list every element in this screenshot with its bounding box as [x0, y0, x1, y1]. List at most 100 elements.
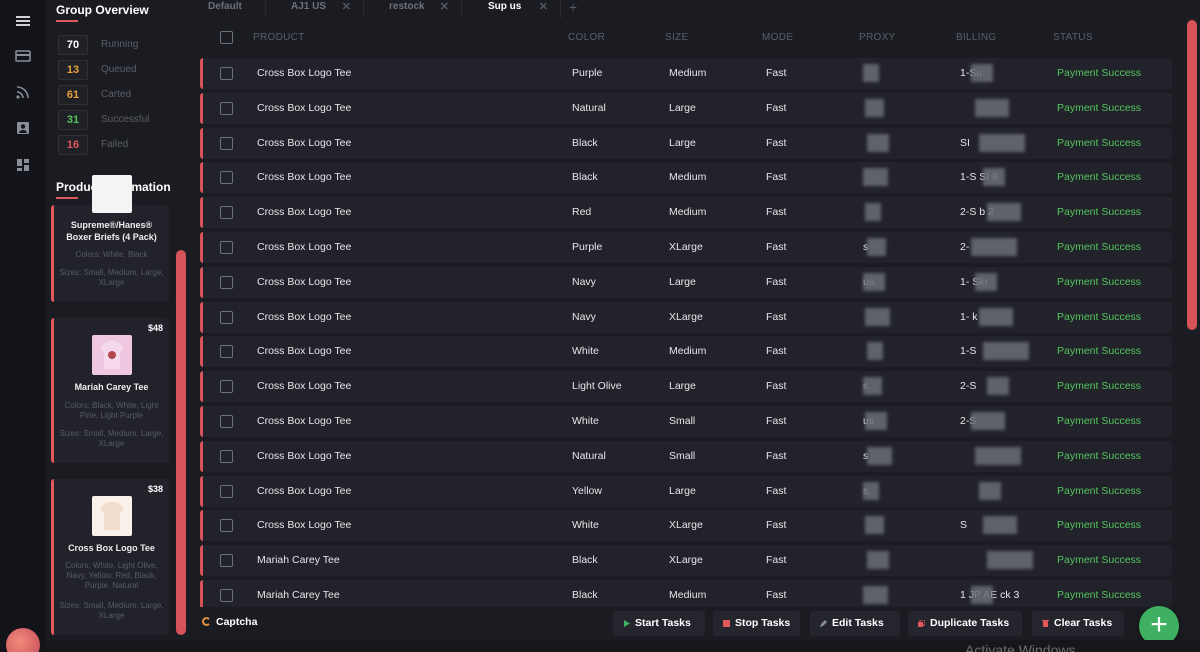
cell-product: Cross Box Logo Tee: [257, 171, 352, 184]
table-scrollbar[interactable]: [1187, 20, 1197, 330]
product-card[interactable]: $38 Cross Box Logo Tee Colors: White, Li…: [51, 479, 169, 635]
cell-product: Mariah Carey Tee: [257, 554, 340, 567]
product-sizes: Sizes: Small, Medium, Large, XLarge: [59, 268, 164, 287]
table-row[interactable]: Cross Box Logo TeeYellowLargeFastsPaymen…: [200, 475, 1172, 507]
select-all-checkbox[interactable]: [220, 31, 233, 44]
table-header: PRODUCT COLOR SIZE MODE PROXY BILLING ST…: [196, 18, 1176, 56]
cell-product: Cross Box Logo Tee: [257, 380, 352, 393]
table-row[interactable]: Cross Box Logo TeeWhiteSmallFastus2-SPay…: [200, 406, 1172, 437]
left-panel-scrollbar[interactable]: [176, 250, 186, 635]
product-card[interactable]: Supreme®/Hanes® Boxer Briefs (4 Pack) Co…: [51, 175, 169, 302]
card-icon[interactable]: [14, 47, 32, 65]
plus-icon: +: [1150, 608, 1168, 641]
duplicate-tasks-label: Duplicate Tasks: [930, 617, 1010, 629]
table-row[interactable]: Cross Box Logo Tee Navy XLarge Fast 1- k Paym…: [200, 301, 1172, 333]
tab-default[interactable]: Default: [186, 0, 266, 18]
row-checkbox[interactable]: [220, 554, 233, 568]
close-icon[interactable]: ✕: [342, 0, 351, 14]
row-checkbox[interactable]: [220, 449, 233, 463]
product-sizes: Sizes: Small, Medium, Large, XLarge: [59, 429, 164, 448]
cell-mode: Fast: [766, 67, 787, 79]
cell-mode: Fast: [766, 206, 787, 219]
row-checkbox[interactable]: [220, 310, 233, 324]
cell-billing: S: [960, 519, 968, 532]
add-tab-icon[interactable]: +: [569, 0, 577, 15]
column-header: SIZE: [665, 32, 689, 43]
column-header: PRODUCT: [253, 32, 305, 43]
cell-size: XLarge: [669, 554, 703, 567]
close-icon[interactable]: ✕: [539, 0, 548, 14]
row-checkbox[interactable]: [220, 206, 233, 220]
cell-product: Cross Box Logo Tee: [257, 136, 352, 149]
stat-label: Failed: [101, 139, 129, 150]
table-row[interactable]: Cross Box Logo TeeLight OliveLargeFasts2…: [200, 371, 1172, 403]
row-checkbox[interactable]: [220, 171, 233, 185]
close-icon[interactable]: ✕: [440, 0, 449, 14]
rss-icon[interactable]: [14, 83, 32, 101]
cell-status: Payment Success: [1057, 589, 1142, 601]
dashboard-icon[interactable]: [14, 156, 32, 174]
row-checkbox[interactable]: [220, 589, 233, 602]
trash-icon: [1042, 620, 1049, 627]
duplicate-tasks-button[interactable]: Duplicate Tasks: [908, 611, 1022, 636]
tab-sup-us[interactable]: Sup us ✕: [466, 0, 561, 18]
cell-size: Large: [669, 275, 696, 288]
tab-label: Default: [208, 1, 242, 12]
tab-label: AJ1 US: [291, 1, 327, 12]
menu-icon[interactable]: [14, 12, 32, 30]
redacted-proxy: [867, 446, 892, 465]
table-row[interactable]: Cross Box Logo Tee White XLarge Fast S Paymen…: [200, 510, 1172, 542]
tab-aj1-us[interactable]: AJ1 US ✕: [269, 0, 364, 18]
cell-color: White: [572, 415, 599, 427]
cell-size: Small: [669, 415, 696, 427]
product-name: Cross Box Logo Tee: [68, 543, 155, 553]
table-row[interactable]: Cross Box Logo Tee Natural Small Fast s Payme…: [200, 440, 1172, 472]
redacted-billing: [987, 551, 1033, 570]
stat-label: Running: [101, 39, 139, 50]
column-header: COLOR: [568, 32, 606, 43]
redacted-proxy: [865, 516, 884, 535]
profile-icon[interactable]: [14, 119, 32, 137]
row-checkbox[interactable]: [220, 101, 233, 115]
captcha-button[interactable]: Captcha: [202, 616, 257, 628]
cell-mode: Fast: [766, 275, 787, 288]
stat-value: 31: [58, 110, 88, 130]
row-checkbox[interactable]: [220, 415, 233, 428]
clear-tasks-button[interactable]: Clear Tasks: [1032, 611, 1124, 636]
start-tasks-label: Start Tasks: [635, 617, 691, 629]
cell-product: Mariah Carey Tee: [257, 589, 340, 601]
activation-watermark: Activate Windows: [965, 642, 1076, 652]
stat-label: Queued: [101, 64, 137, 75]
cell-status: Payment Success: [1057, 310, 1142, 323]
redacted-proxy: [865, 412, 887, 430]
start-tasks-button[interactable]: Start Tasks: [613, 611, 705, 636]
row-checkbox[interactable]: [220, 67, 233, 80]
avatar[interactable]: [6, 628, 40, 652]
redacted-proxy: [863, 481, 879, 500]
tab-restock[interactable]: restock ✕: [367, 0, 462, 18]
row-checkbox[interactable]: [220, 345, 233, 359]
cell-status: Payment Success: [1057, 241, 1142, 253]
table-row[interactable]: Cross Box Logo Tee Red Medium Fast 2-S b 2 Pa…: [200, 197, 1172, 229]
redacted-billing: [975, 272, 997, 291]
stop-tasks-button[interactable]: Stop Tasks: [713, 611, 800, 636]
table-row[interactable]: Mariah Carey Tee Black XLarge Fast Payment S…: [200, 545, 1172, 577]
row-checkbox[interactable]: [220, 275, 233, 289]
column-header: MODE: [762, 32, 794, 43]
table-row[interactable]: Cross Box Logo TeePurpleMediumFast1-SuPa…: [200, 58, 1172, 89]
table-row[interactable]: Cross Box Logo Tee Black Medium Fast 1-S SI …: [200, 162, 1172, 194]
table-row[interactable]: Cross Box Logo TeeNavyLargeFastus1- SkrP…: [200, 266, 1172, 298]
row-checkbox[interactable]: [220, 380, 233, 394]
row-checkbox[interactable]: [220, 484, 233, 498]
table-row[interactable]: Cross Box Logo Tee Natural Large Fast Paymen…: [200, 92, 1172, 124]
row-checkbox[interactable]: [220, 519, 233, 533]
product-card[interactable]: $48 Mariah Carey Tee Colors: Black, Whit…: [51, 318, 169, 463]
cell-size: Medium: [669, 345, 707, 358]
edit-tasks-button[interactable]: Edit Tasks: [810, 611, 900, 636]
cell-product: Cross Box Logo Tee: [257, 275, 352, 288]
table-row[interactable]: Cross Box Logo Tee White Medium Fast 1-S Paym…: [200, 336, 1172, 368]
table-row[interactable]: Cross Box Logo Tee Purple XLarge Fast s 2- Pay…: [200, 232, 1172, 263]
row-checkbox[interactable]: [220, 136, 233, 150]
row-checkbox[interactable]: [220, 241, 233, 254]
table-row[interactable]: Cross Box Logo Tee Black Large Fast SI Paymen…: [200, 127, 1172, 159]
